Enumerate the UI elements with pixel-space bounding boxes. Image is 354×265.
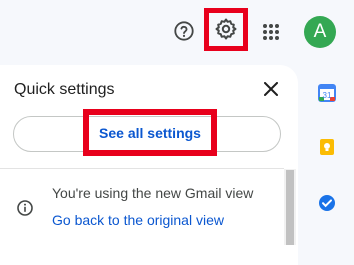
close-button[interactable]: [262, 80, 280, 98]
quick-settings-title: Quick settings: [14, 81, 115, 98]
keep-icon[interactable]: [318, 138, 336, 156]
gmail-view-notice: You're using the new Gmail view: [52, 185, 254, 201]
tasks-icon[interactable]: [318, 194, 336, 212]
help-button[interactable]: [171, 18, 197, 44]
info-icon: [17, 200, 33, 216]
close-icon: [264, 82, 278, 96]
go-back-original-view-link[interactable]: Go back to the original view: [52, 212, 224, 228]
calendar-icon[interactable]: 31: [318, 84, 336, 102]
apps-button[interactable]: [259, 20, 283, 44]
svg-text:31: 31: [323, 91, 332, 100]
help-circle-icon: [174, 21, 194, 41]
scrollbar-thumb[interactable]: [286, 170, 294, 245]
apps-grid-icon: [263, 24, 279, 40]
divider: [0, 168, 284, 169]
account-avatar[interactable]: A: [304, 16, 336, 48]
settings-highlight-box: [204, 8, 248, 51]
see-all-settings-button[interactable]: See all settings: [83, 109, 217, 156]
